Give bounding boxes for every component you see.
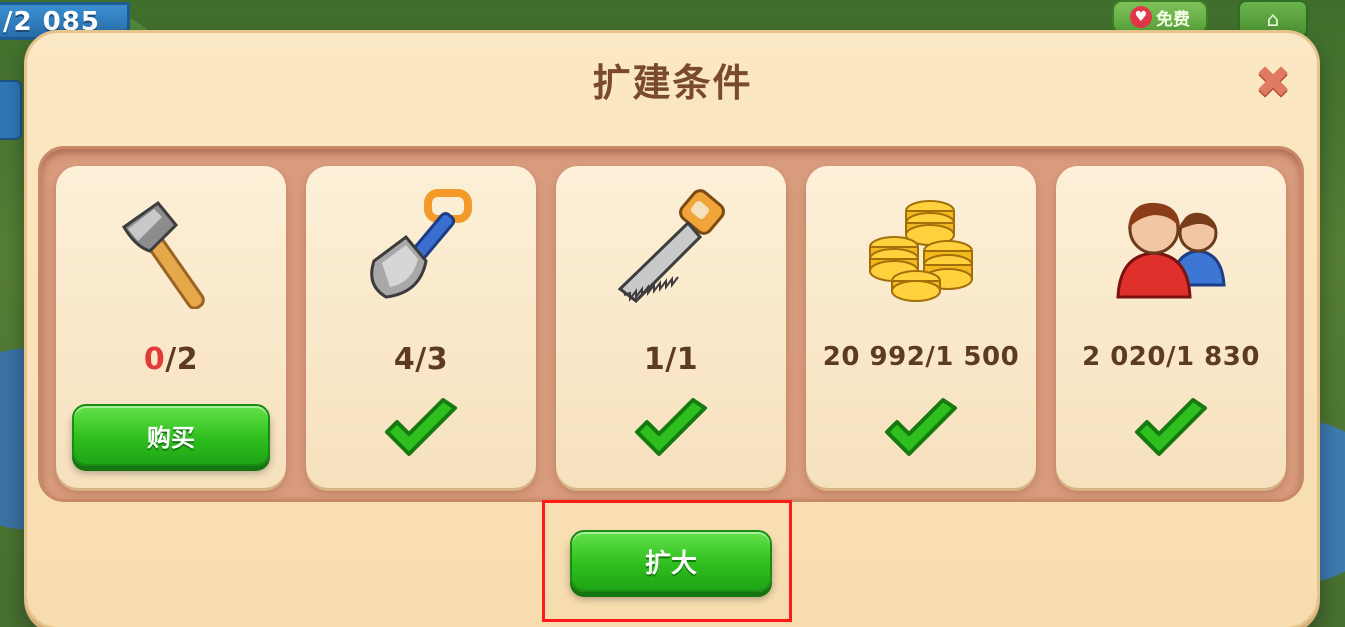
home-icon: ⌂ bbox=[1266, 7, 1280, 31]
coins-count: 20 992/1 500 bbox=[822, 342, 1020, 372]
axe-icon bbox=[56, 184, 286, 314]
heart-icon: ♥ bbox=[1130, 6, 1152, 28]
axe-count: 0/2 bbox=[56, 342, 286, 377]
requirement-card-saw: 1/1 bbox=[556, 166, 786, 488]
check-icon bbox=[635, 398, 707, 456]
population-count: 2 020/1 830 bbox=[1082, 342, 1260, 372]
close-icon: ✖ bbox=[1254, 57, 1292, 108]
shovel-icon bbox=[306, 184, 536, 314]
axe-need: /2 bbox=[165, 342, 199, 377]
requirement-card-coins: 20 992/1 500 bbox=[806, 166, 1036, 488]
saw-count: 1/1 bbox=[643, 342, 699, 377]
saw-icon bbox=[556, 184, 786, 314]
check-icon bbox=[885, 398, 957, 456]
shovel-count: 4/3 bbox=[393, 342, 449, 377]
check-icon bbox=[385, 398, 457, 456]
requirement-card-shovel: 4/3 bbox=[306, 166, 536, 488]
buy-button[interactable]: 购买 bbox=[72, 404, 270, 466]
people-icon bbox=[1056, 184, 1286, 314]
free-label: 免费 bbox=[1156, 9, 1190, 30]
axe-have: 0 bbox=[143, 342, 166, 377]
dialog-title: 扩建条件 bbox=[592, 61, 753, 105]
requirement-card-population: 2 020/1 830 bbox=[1056, 166, 1286, 488]
check-icon bbox=[1135, 398, 1207, 456]
coins-icon bbox=[806, 184, 1036, 314]
close-button[interactable]: ✖ bbox=[1252, 57, 1294, 108]
expand-button[interactable]: 扩大 bbox=[570, 530, 772, 592]
free-button[interactable]: ♥ 免费 bbox=[1112, 0, 1208, 34]
